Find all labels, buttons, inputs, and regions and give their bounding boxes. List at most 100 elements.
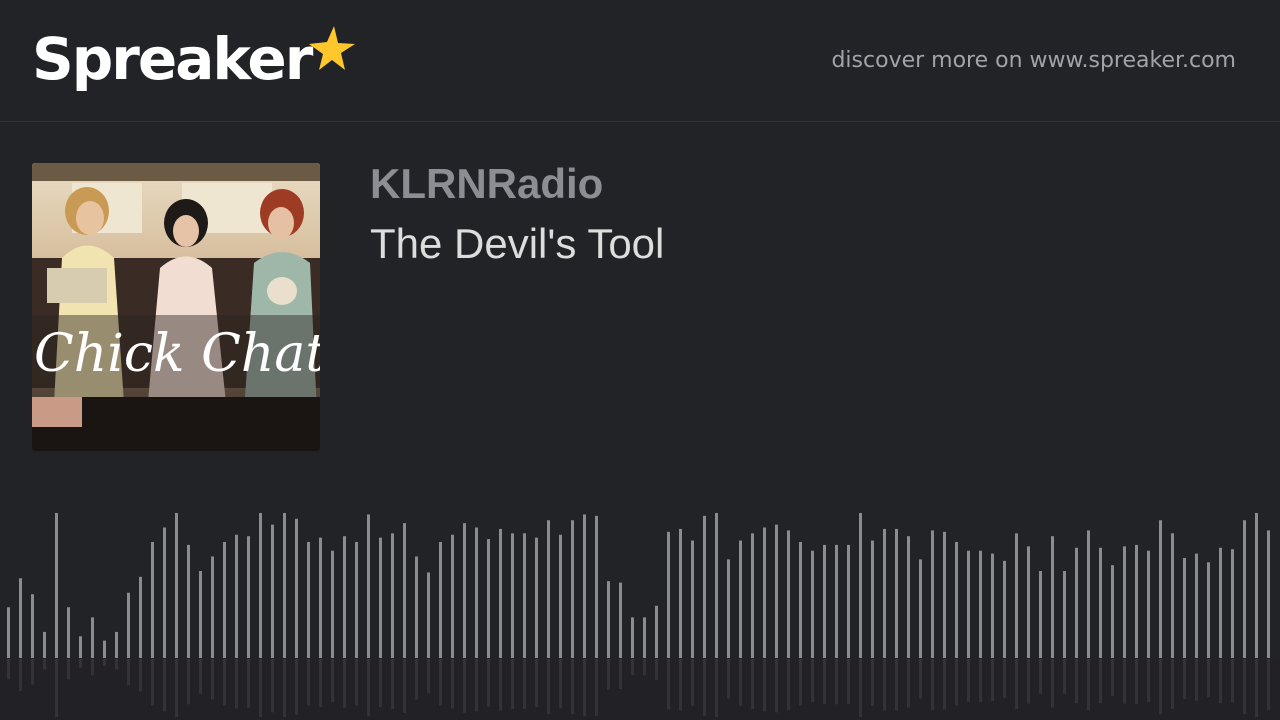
waveform-bar	[1039, 571, 1042, 658]
spreaker-logo[interactable]: Spreaker	[32, 26, 357, 96]
waveform-bar	[283, 513, 286, 658]
waveform-bar	[1111, 565, 1114, 658]
waveform-bar	[1267, 530, 1270, 658]
waveform-bar	[1207, 562, 1210, 658]
waveform-bar	[559, 534, 562, 658]
waveform-bar	[1159, 520, 1162, 658]
podcast-cover-image: Chick Chat	[32, 163, 320, 451]
waveform-bar	[127, 592, 130, 658]
waveform-bar	[547, 520, 550, 658]
waveform-bar	[1075, 547, 1078, 658]
waveform-bar	[91, 617, 94, 658]
waveform-bar	[1063, 571, 1066, 658]
waveform-bar	[1051, 536, 1054, 658]
waveform-bar	[823, 544, 826, 658]
waveform-bar	[163, 527, 166, 658]
waveform-bar	[295, 518, 298, 658]
waveform-bar	[919, 559, 922, 658]
waveform-bar	[439, 542, 442, 658]
waveform-bar	[703, 515, 706, 658]
waveform-bar	[727, 559, 730, 658]
waveform-bar	[391, 533, 394, 658]
waveform-bar	[1087, 530, 1090, 658]
waveform-bar	[55, 513, 58, 658]
waveform-bar	[1195, 553, 1198, 658]
waveform-bar	[991, 553, 994, 658]
waveform-bar	[223, 542, 226, 658]
waveform-bar	[31, 594, 34, 658]
waveform-bar	[583, 514, 586, 658]
waveform-bar	[1183, 557, 1186, 658]
waveform-bar	[619, 582, 622, 658]
waveform-bar	[1243, 520, 1246, 658]
waveform-bar	[751, 533, 754, 658]
waveform-bar	[343, 536, 346, 658]
waveform-bar	[463, 523, 466, 658]
show-name[interactable]: KLRNRadio	[370, 160, 603, 208]
waveform-bar	[895, 528, 898, 658]
episode-title: The Devil's Tool	[370, 220, 665, 267]
waveform-bar	[247, 536, 250, 658]
waveform-bar	[19, 578, 22, 658]
waveform-bar	[367, 514, 370, 658]
waveform-bar	[331, 550, 334, 658]
waveform-bar	[859, 513, 862, 658]
waveform-bar	[655, 605, 658, 658]
waveform-bar	[607, 581, 610, 658]
waveform-bar	[175, 513, 178, 658]
waveform-bar	[487, 539, 490, 658]
waveform-bar	[259, 513, 262, 658]
waveform-bar	[1135, 544, 1138, 658]
waveform-bar	[7, 607, 10, 658]
waveform-bar	[403, 523, 406, 658]
waveform-bar	[811, 550, 814, 658]
waveform-bar	[667, 531, 670, 658]
waveform-bar	[871, 540, 874, 658]
waveform-bar	[1171, 533, 1174, 658]
waveform-bar	[883, 528, 886, 658]
waveform-bar	[787, 530, 790, 658]
waveform-bar	[427, 572, 430, 658]
audio-waveform[interactable]	[0, 500, 1280, 720]
waveform-bar	[631, 617, 634, 658]
waveform-bar	[979, 550, 982, 658]
waveform-bar	[763, 527, 766, 658]
waveform-bar	[595, 515, 598, 658]
waveform-bar	[475, 527, 478, 658]
waveform-bar	[115, 631, 118, 658]
waveform-bar	[415, 556, 418, 658]
waveform-bar	[103, 640, 106, 658]
waveform-bar	[955, 542, 958, 658]
waveform-bar	[907, 536, 910, 658]
waveform-bar	[451, 534, 454, 658]
discover-more-link[interactable]: discover more on www.spreaker.com	[831, 46, 1236, 76]
waveform-bar	[1123, 546, 1126, 658]
waveform-bar	[79, 636, 82, 658]
top-bar: Spreaker discover more on www.spreaker.c…	[0, 0, 1280, 122]
waveform-bar	[523, 533, 526, 658]
waveform-bar	[1003, 560, 1006, 658]
waveform-bar	[1219, 547, 1222, 658]
waveform-bar	[571, 520, 574, 658]
waveform-bar	[835, 544, 838, 658]
brand-name: Spreaker	[32, 25, 313, 93]
waveform-bar	[1015, 533, 1018, 658]
waveform-bar	[799, 542, 802, 658]
waveform-bar	[139, 576, 142, 658]
waveform-bar	[271, 524, 274, 658]
waveform-bar	[679, 528, 682, 658]
star-icon	[309, 26, 356, 70]
waveform-bar	[67, 607, 70, 658]
waveform-bar	[943, 531, 946, 658]
waveform-bar	[355, 542, 358, 658]
waveform-bar	[379, 537, 382, 658]
waveform-bar	[211, 556, 214, 658]
waveform-bar	[1231, 549, 1234, 658]
waveform-bar	[43, 631, 46, 658]
waveform-bar	[235, 534, 238, 658]
waveform-bar	[511, 533, 514, 658]
waveform-bar	[847, 544, 850, 658]
waveform-bar	[643, 617, 646, 658]
waveform-bar	[499, 528, 502, 658]
waveform-bar	[199, 571, 202, 658]
